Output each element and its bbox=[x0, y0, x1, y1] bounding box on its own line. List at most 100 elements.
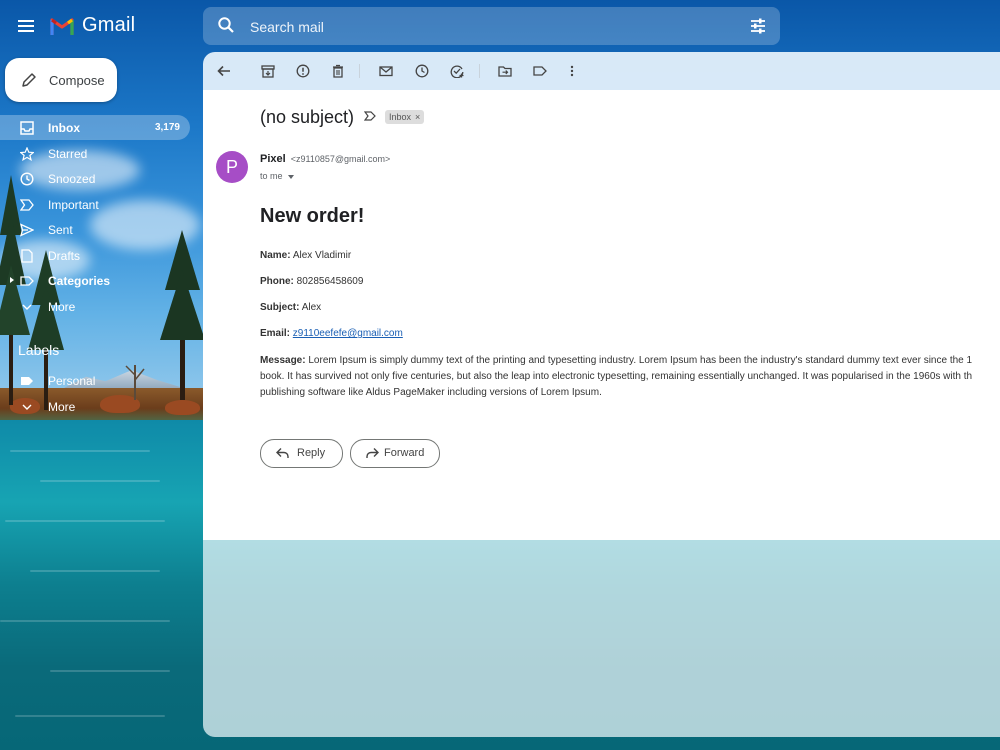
search-input[interactable] bbox=[248, 7, 732, 47]
sidebar-item-label: Categories bbox=[48, 274, 111, 288]
sender-name[interactable]: Pixel bbox=[260, 153, 286, 165]
field-label: Message: bbox=[260, 355, 306, 366]
sidebar-item-label: More bbox=[48, 400, 76, 414]
back-icon bbox=[217, 65, 230, 77]
sidebar-item-important[interactable]: Important bbox=[0, 192, 190, 217]
sidebar-item-categories[interactable]: Categories bbox=[0, 268, 190, 293]
field-email: Email: z9110eefefe@gmail.com bbox=[260, 328, 403, 339]
sidebar-item-label: Sent bbox=[48, 223, 73, 237]
field-message: Message: Lorem Ipsum is simply dummy tex… bbox=[260, 353, 1000, 401]
label-icon bbox=[20, 276, 34, 286]
archive-icon bbox=[261, 65, 275, 78]
reply-label: Reply bbox=[297, 447, 326, 459]
clock-icon bbox=[20, 172, 34, 186]
delete-icon bbox=[333, 64, 343, 78]
sidebar-item-label: Inbox bbox=[48, 121, 80, 135]
field-value: 802856458609 bbox=[296, 276, 364, 287]
sidebar-labels-more[interactable]: More bbox=[0, 394, 190, 419]
draft-icon bbox=[21, 249, 33, 263]
folder-chip-label: Inbox bbox=[389, 112, 412, 122]
search-icon[interactable] bbox=[217, 16, 235, 34]
sidebar-item-starred[interactable]: Starred bbox=[0, 141, 190, 166]
sender-avatar[interactable]: P bbox=[216, 151, 248, 183]
email-view: (no subject) Inbox × P Pixel <z9110857@gm… bbox=[203, 52, 1000, 737]
field-value: Alex bbox=[301, 302, 322, 313]
sidebar-item-label: Snoozed bbox=[48, 172, 96, 186]
labels-heading: Labels bbox=[18, 342, 60, 358]
expand-arrow-icon[interactable] bbox=[10, 277, 14, 283]
email-heading: New order! bbox=[260, 205, 365, 227]
field-phone: Phone: 802856458609 bbox=[260, 276, 363, 287]
field-name: Name: Alex Vladimir bbox=[260, 250, 351, 261]
field-label: Name: bbox=[260, 250, 291, 261]
email-content: (no subject) Inbox × P Pixel <z9110857@gm… bbox=[203, 90, 1000, 540]
sidebar-item-snoozed[interactable]: Snoozed bbox=[0, 166, 190, 191]
snooze-icon bbox=[415, 64, 429, 78]
sidebar-item-label: Important bbox=[48, 198, 99, 212]
sidebar-label-personal[interactable]: Personal bbox=[0, 368, 190, 393]
toolbar-divider bbox=[479, 64, 480, 78]
important-marker-icon[interactable] bbox=[364, 110, 376, 122]
field-label: Subject: bbox=[260, 302, 300, 313]
more-vert-icon bbox=[570, 65, 574, 77]
gmail-logo[interactable]: Gmail bbox=[50, 14, 135, 37]
recipient-label: to me bbox=[260, 171, 283, 181]
sender-email: <z9110857@gmail.com> bbox=[290, 154, 391, 164]
sidebar-item-inbox[interactable]: Inbox 3,179 bbox=[0, 115, 190, 140]
reply-button[interactable]: Reply bbox=[260, 439, 343, 468]
email-toolbar bbox=[203, 52, 1000, 90]
search-bar bbox=[203, 7, 780, 47]
snooze-button[interactable] bbox=[413, 62, 431, 80]
search-options-icon[interactable] bbox=[749, 17, 767, 35]
add-task-button[interactable] bbox=[448, 62, 466, 80]
email-link[interactable]: z9110eefefe@gmail.com bbox=[293, 328, 403, 339]
sidebar-item-label: More bbox=[48, 300, 76, 314]
labels-button[interactable] bbox=[531, 62, 549, 80]
caret-down-icon bbox=[287, 174, 294, 179]
star-icon bbox=[20, 147, 34, 161]
email-panel-empty-area bbox=[203, 540, 1000, 737]
pencil-icon bbox=[22, 73, 36, 87]
mark-unread-icon bbox=[379, 66, 393, 77]
sidebar-item-sent[interactable]: Sent bbox=[0, 217, 190, 242]
forward-icon bbox=[366, 448, 379, 458]
sidebar-item-drafts[interactable]: Drafts bbox=[0, 243, 190, 268]
sidebar: Compose Inbox 3,179 Starred Snoozed Impo… bbox=[0, 52, 203, 750]
move-to-icon bbox=[498, 66, 512, 77]
chevron-down-icon bbox=[22, 304, 32, 310]
message-line: Lorem Ipsum is simply dummy text of the … bbox=[308, 355, 973, 366]
message-line: publishing software like Aldus PageMaker… bbox=[260, 387, 602, 398]
move-to-button[interactable] bbox=[496, 62, 514, 80]
inbox-icon bbox=[20, 121, 34, 135]
unread-count: 3,179 bbox=[154, 122, 180, 133]
app-name: Gmail bbox=[82, 14, 136, 36]
more-options-button[interactable] bbox=[563, 62, 581, 80]
remove-label-button[interactable]: × bbox=[415, 112, 420, 122]
gmail-envelope-icon bbox=[50, 18, 74, 35]
field-label: Email: bbox=[260, 328, 291, 339]
mark-unread-button[interactable] bbox=[377, 62, 395, 80]
message-line: book. It has survived not only five cent… bbox=[260, 371, 973, 382]
sidebar-item-more[interactable]: More bbox=[0, 294, 190, 319]
add-task-icon bbox=[450, 65, 464, 78]
send-icon bbox=[20, 223, 34, 237]
chevron-down-icon bbox=[22, 404, 32, 410]
top-bar: Gmail bbox=[0, 0, 1000, 52]
email-subject: (no subject) bbox=[260, 107, 355, 127]
recipient-details[interactable]: to me bbox=[260, 171, 294, 181]
archive-button[interactable] bbox=[259, 62, 277, 80]
sidebar-item-label: Starred bbox=[48, 147, 88, 161]
toolbar-divider bbox=[359, 64, 360, 78]
field-value: Alex Vladimir bbox=[292, 250, 352, 261]
report-spam-button[interactable] bbox=[294, 62, 312, 80]
back-button[interactable] bbox=[215, 62, 233, 80]
forward-button[interactable]: Forward bbox=[350, 439, 440, 468]
reply-icon bbox=[276, 448, 289, 458]
main-menu-icon[interactable] bbox=[14, 14, 38, 38]
delete-button[interactable] bbox=[329, 62, 347, 80]
folder-chip: Inbox × bbox=[385, 110, 425, 124]
compose-button[interactable]: Compose bbox=[5, 58, 117, 102]
compose-label: Compose bbox=[49, 73, 105, 88]
important-icon bbox=[20, 199, 34, 211]
field-label: Phone: bbox=[260, 276, 294, 287]
